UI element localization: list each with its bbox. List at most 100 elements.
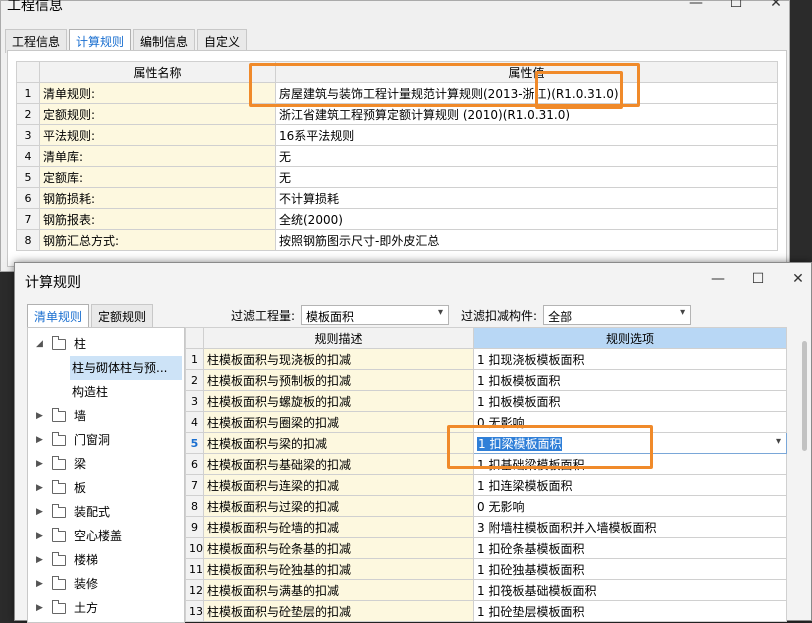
maximize-icon[interactable]: ☐: [729, 0, 743, 11]
chevron-right-icon[interactable]: ▶: [36, 572, 43, 596]
minimize-icon[interactable]: —: [689, 0, 703, 11]
tree-node[interactable]: ▶ 装配式: [28, 500, 184, 524]
table-row[interactable]: 5 定额库: 无: [16, 166, 778, 188]
rule-option[interactable]: 1 扣现浇板模板面积: [473, 348, 787, 370]
vertical-scrollbar[interactable]: [799, 329, 809, 619]
tree-node[interactable]: ▶ 板: [28, 476, 184, 500]
chevron-down-icon[interactable]: ◢: [36, 332, 43, 356]
table-row[interactable]: 1 柱模板面积与现浇板的扣减 1 扣现浇板模板面积: [185, 348, 787, 370]
minimize-icon[interactable]: —: [711, 271, 725, 287]
property-value[interactable]: 房屋建筑与装饰工程计量规范计算规则(2013-浙江)(R1.0.31.0): [275, 82, 778, 104]
rule-option[interactable]: 1 扣砼垫层模板面积: [473, 600, 787, 622]
table-row[interactable]: 8 柱模板面积与过梁的扣减 0 无影响: [185, 495, 787, 517]
chevron-right-icon[interactable]: ▶: [36, 476, 43, 500]
table-row[interactable]: 7 柱模板面积与连梁的扣减 1 扣连梁模板面积: [185, 474, 787, 496]
tree-node-label: 楼梯: [74, 553, 99, 567]
property-name: 平法规则:: [39, 124, 276, 146]
rule-description: 柱模板面积与现浇板的扣减: [203, 348, 474, 370]
scrollbar-thumb[interactable]: [802, 341, 807, 451]
tree-node[interactable]: ◢ 柱: [28, 332, 184, 356]
chevron-right-icon[interactable]: ▶: [36, 500, 43, 524]
tree-node[interactable]: ▶ 墙: [28, 404, 184, 428]
rule-option[interactable]: 0 无影响: [473, 411, 787, 433]
table-row[interactable]: 5 柱模板面积与梁的扣减 1 扣梁模板面积 ▾: [185, 432, 787, 454]
tree-node[interactable]: ▶ 空心楼盖: [28, 524, 184, 548]
property-value[interactable]: 无: [275, 145, 778, 167]
rule-option[interactable]: 1 扣筏板基础模板面积: [473, 579, 787, 601]
filter-comp-select[interactable]: 全部 ▾: [543, 305, 692, 325]
rule-option[interactable]: 1 扣板模板面积: [473, 390, 787, 412]
rule-option[interactable]: 1 扣砼独基模板面积: [473, 558, 787, 580]
rule-option[interactable]: 1 扣基础梁模板面积: [473, 453, 787, 475]
chevron-right-icon[interactable]: ▶: [36, 524, 43, 548]
component-tree: ◢ 柱柱与砌体柱与预... 构造柱 ▶ 墙 ▶ 门窗洞 ▶ 梁 ▶ 板 ▶ 装配式 ▶ 空心楼盖 ▶ 楼梯 ▶ 装修…: [27, 327, 185, 623]
rule-option[interactable]: 0 无影响: [473, 495, 787, 517]
tree-node-label: 构造柱: [72, 385, 109, 399]
column-header-option: 规则选项: [473, 327, 787, 349]
table-row[interactable]: 7 钢筋报表: 全统(2000): [16, 208, 778, 230]
close-icon[interactable]: ✕: [791, 271, 805, 287]
chevron-right-icon[interactable]: ▶: [36, 452, 43, 476]
maximize-icon[interactable]: ☐: [751, 271, 765, 287]
rules-table: 规则描述 规则选项 1 柱模板面积与现浇板的扣减 1 扣现浇板模板面积 2 柱模板面积与…: [185, 327, 787, 622]
property-name: 定额库:: [39, 166, 276, 188]
table-row[interactable]: 8 钢筋汇总方式: 按照钢筋图示尺寸-即外皮汇总: [16, 229, 778, 251]
rule-description: 柱模板面积与砼墙的扣减: [203, 516, 474, 538]
tree-node[interactable]: ▶ 梁: [28, 452, 184, 476]
chevron-right-icon[interactable]: ▶: [36, 428, 43, 452]
calc-rules-titlebar: 计算规则 — ☐ ✕: [15, 263, 811, 291]
rules-grid: 规则描述 规则选项 1 柱模板面积与现浇板的扣减 1 扣现浇板模板面积 2 柱模板面积与…: [185, 327, 787, 622]
property-value[interactable]: 不计算损耗: [275, 187, 778, 209]
property-value[interactable]: 浙江省建筑工程预算定额计算规则 (2010)(R1.0.31.0): [275, 103, 778, 125]
column-header-name: 属性名称: [39, 61, 276, 83]
table-row[interactable]: 9 柱模板面积与砼墙的扣减 3 附墙柱模板面积并入墙模板面积: [185, 516, 787, 538]
table-header: 规则描述 规则选项: [185, 327, 787, 349]
table-row[interactable]: 3 柱模板面积与螺旋板的扣减 1 扣板模板面积: [185, 390, 787, 412]
table-row[interactable]: 6 柱模板面积与基础梁的扣减 1 扣基础梁模板面积: [185, 453, 787, 475]
property-name: 钢筋损耗:: [39, 187, 276, 209]
row-number: 4: [185, 411, 204, 433]
chevron-down-icon: ▾: [680, 307, 686, 318]
window-title: 计算规则: [25, 275, 81, 291]
tab-bill-rules[interactable]: 清单规则: [27, 304, 90, 328]
property-value[interactable]: 16系平法规则: [275, 124, 778, 146]
rule-option[interactable]: 1 扣板模板面积: [473, 369, 787, 391]
property-value[interactable]: 无: [275, 166, 778, 188]
option-dropdown[interactable]: 1 扣梁模板面积 ▾: [473, 432, 787, 454]
close-icon[interactable]: ✕: [769, 0, 783, 11]
table-row[interactable]: 2 定额规则: 浙江省建筑工程预算定额计算规则 (2010)(R1.0.31.0): [16, 103, 778, 125]
tab-quota-rules[interactable]: 定额规则: [91, 304, 154, 328]
table-row[interactable]: 3 平法规则: 16系平法规则: [16, 124, 778, 146]
tree-node[interactable]: ▶ 装修: [28, 572, 184, 596]
row-number: 6: [185, 453, 204, 475]
rule-option[interactable]: 1 扣砼条基模板面积: [473, 537, 787, 559]
table-row[interactable]: 4 柱模板面积与圈梁的扣减 0 无影响: [185, 411, 787, 433]
tree-node[interactable]: ▶ 门窗洞: [28, 428, 184, 452]
rule-description: 柱模板面积与过梁的扣减: [203, 495, 474, 517]
tree-node[interactable]: 柱与砌体柱与预...: [28, 356, 184, 380]
tree-node[interactable]: ▶ 楼梯: [28, 548, 184, 572]
chevron-right-icon[interactable]: ▶: [36, 404, 43, 428]
row-number: 5: [16, 166, 40, 188]
table-row[interactable]: 10 柱模板面积与砼条基的扣减 1 扣砼条基模板面积: [185, 537, 787, 559]
row-number: 1: [185, 348, 204, 370]
chevron-right-icon[interactable]: ▶: [36, 596, 43, 620]
property-value[interactable]: 全统(2000): [275, 208, 778, 230]
table-row[interactable]: 1 清单规则: 房屋建筑与装饰工程计量规范计算规则(2013-浙江)(R1.0.31…: [16, 82, 778, 104]
tree-node[interactable]: ▶ 土方: [28, 596, 184, 620]
table-row[interactable]: 6 钢筋损耗: 不计算损耗: [16, 187, 778, 209]
tree-node[interactable]: 构造柱: [28, 380, 184, 404]
table-row[interactable]: 13 柱模板面积与砼垫层的扣减 1 扣砼垫层模板面积: [185, 600, 787, 622]
table-row[interactable]: 2 柱模板面积与预制板的扣减 1 扣板模板面积: [185, 369, 787, 391]
rule-option[interactable]: 1 扣连梁模板面积: [473, 474, 787, 496]
rule-option[interactable]: 3 附墙柱模板面积并入墙模板面积: [473, 516, 787, 538]
property-value[interactable]: 按照钢筋图示尺寸-即外皮汇总: [275, 229, 778, 251]
window-title: 工程信息: [7, 0, 63, 14]
row-number: 7: [16, 208, 40, 230]
table-row[interactable]: 11 柱模板面积与砼独基的扣减 1 扣砼独基模板面积: [185, 558, 787, 580]
table-row[interactable]: 4 清单库: 无: [16, 145, 778, 167]
chevron-right-icon[interactable]: ▶: [36, 548, 43, 572]
filter-qty-select[interactable]: 模板面积 ▾: [301, 305, 450, 325]
table-row[interactable]: 12 柱模板面积与满基的扣减 1 扣筏板基础模板面积: [185, 579, 787, 601]
tree-node-label: 门窗洞: [74, 433, 111, 447]
